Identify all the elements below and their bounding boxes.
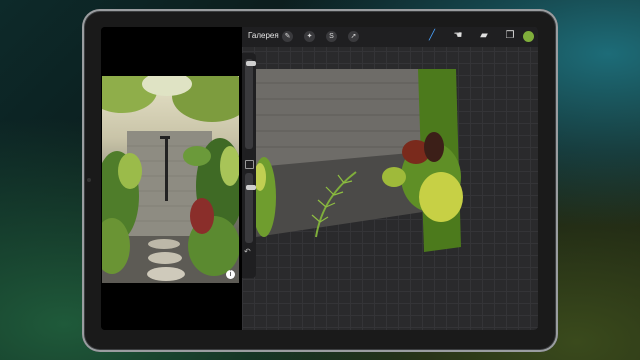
reference-split-pane[interactable]: i (101, 27, 242, 330)
smudge-icon[interactable]: ☚ (452, 30, 464, 42)
reference-photo[interactable]: i (102, 76, 239, 283)
selection-icon[interactable]: S (326, 31, 337, 42)
eyedropper-modify-button[interactable] (245, 160, 254, 169)
opacity-handle[interactable] (246, 185, 256, 190)
procreate-sidebar: ↶ (242, 53, 256, 278)
procreate-canvas-area[interactable]: Галерея ✎ ✦ S ➚ ╱ ☚ ▰ ❐ ↶ (242, 27, 538, 330)
color-picker-button[interactable] (523, 31, 534, 42)
undo-icon[interactable]: ↶ (244, 247, 251, 256)
layers-icon[interactable]: ❐ (504, 30, 516, 42)
brush-icon[interactable]: ╱ (426, 30, 438, 42)
ipad-screen: i Галерея ✎ ✦ S ➚ ╱ ☚ ▰ ❐ ↶ (101, 27, 538, 330)
eraser-icon[interactable]: ▰ (478, 30, 490, 42)
info-icon[interactable]: i (226, 270, 235, 279)
wrench-icon[interactable]: ✎ (282, 31, 293, 42)
brush-size-handle[interactable] (246, 61, 256, 66)
magic-wand-icon[interactable]: ✦ (304, 31, 315, 42)
opacity-slider[interactable] (245, 173, 256, 243)
front-camera (87, 178, 91, 182)
procreate-top-toolbar: Галерея ✎ ✦ S ➚ ╱ ☚ ▰ ❐ (242, 27, 538, 47)
gallery-button[interactable]: Галерея (248, 31, 279, 40)
artwork-canvas[interactable] (256, 47, 538, 330)
transform-arrow-icon[interactable]: ➚ (348, 31, 359, 42)
tropical-shower-illustration (102, 76, 239, 283)
brush-size-slider[interactable] (245, 59, 256, 149)
